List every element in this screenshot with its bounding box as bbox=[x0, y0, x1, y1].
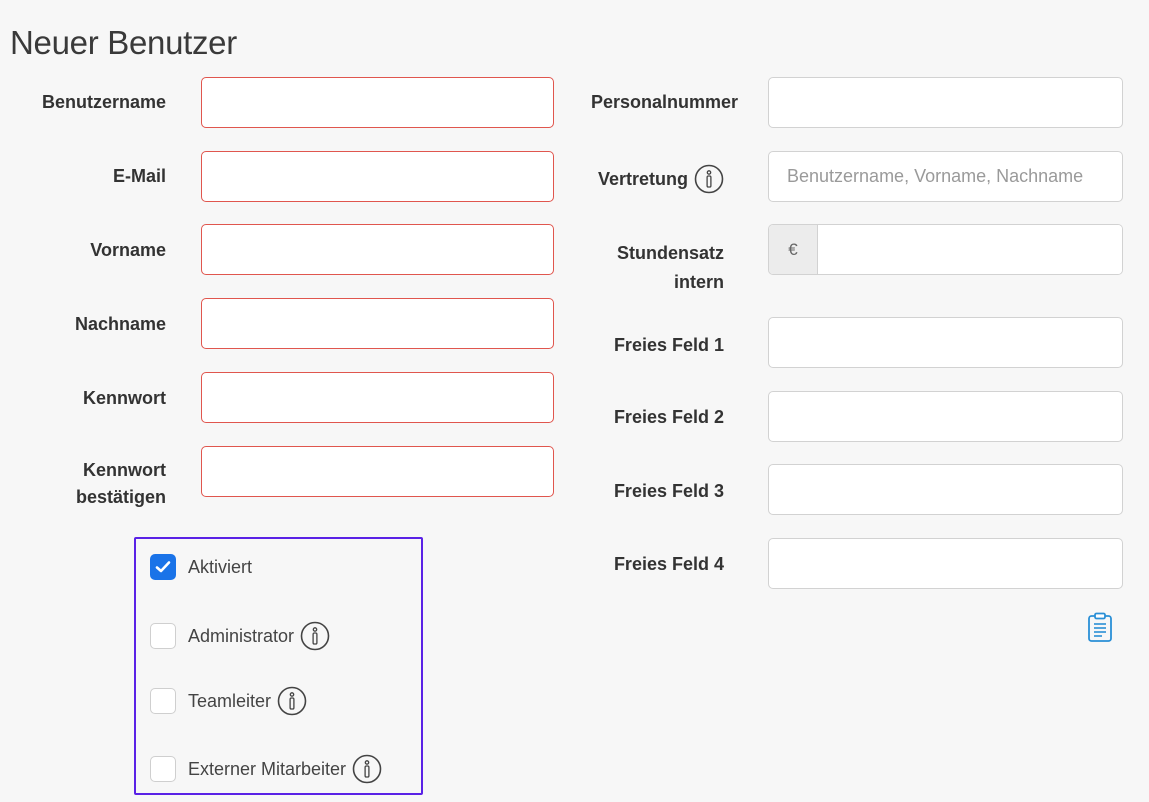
new-user-form: Neuer Benutzer Benutzername E-Mail Vorna… bbox=[0, 0, 1149, 802]
administrator-label: Administrator bbox=[188, 625, 295, 646]
teamlead-checkbox-row[interactable]: Teamleiter bbox=[150, 686, 307, 716]
substitute-search-input[interactable] bbox=[768, 151, 1123, 202]
hourly-rate-label-line1: Stundensatz bbox=[616, 243, 724, 263]
teamlead-label: Teamleiter bbox=[188, 690, 272, 711]
custom-field-3-label: Freies Feld 3 bbox=[613, 481, 724, 501]
firstname-label: Vorname bbox=[90, 240, 166, 260]
password-label: Kennwort bbox=[83, 388, 166, 408]
info-circle-icon[interactable] bbox=[352, 754, 382, 784]
password-confirm-input[interactable] bbox=[201, 446, 554, 497]
hourly-rate-label-line2: intern bbox=[673, 272, 724, 292]
activated-checkbox[interactable] bbox=[150, 554, 176, 580]
password-input[interactable] bbox=[201, 372, 554, 423]
password-confirm-label-line1: Kennwort bbox=[83, 460, 166, 480]
custom-field-1-input[interactable] bbox=[768, 317, 1123, 368]
custom-field-1-label: Freies Feld 1 bbox=[613, 335, 724, 355]
info-circle-icon[interactable] bbox=[694, 164, 724, 194]
hourly-rate-input-group: € bbox=[768, 224, 1123, 275]
password-confirm-label: Kennwort bestätigen bbox=[0, 457, 166, 511]
custom-field-4-input[interactable] bbox=[768, 538, 1123, 589]
external-employee-checkbox-row[interactable]: Externer Mitarbeiter bbox=[150, 754, 382, 784]
username-input[interactable] bbox=[201, 77, 554, 128]
custom-field-2-input[interactable] bbox=[768, 391, 1123, 442]
administrator-checkbox[interactable] bbox=[150, 623, 176, 649]
teamlead-checkbox[interactable] bbox=[150, 688, 176, 714]
custom-field-2-label: Freies Feld 2 bbox=[613, 407, 724, 427]
activated-checkbox-row[interactable]: Aktiviert bbox=[150, 554, 252, 580]
info-circle-icon[interactable] bbox=[300, 621, 330, 651]
external-employee-checkbox[interactable] bbox=[150, 756, 176, 782]
administrator-checkbox-row[interactable]: Administrator bbox=[150, 621, 330, 651]
password-confirm-label-line2: bestätigen bbox=[75, 487, 166, 507]
clipboard-icon[interactable] bbox=[1087, 612, 1113, 642]
custom-field-4-label: Freies Feld 4 bbox=[613, 554, 724, 574]
firstname-input[interactable] bbox=[201, 224, 554, 275]
lastname-input[interactable] bbox=[201, 298, 554, 349]
currency-addon: € bbox=[769, 225, 818, 274]
checkmark-icon bbox=[155, 561, 171, 573]
custom-field-3-input[interactable] bbox=[768, 464, 1123, 515]
substitute-label-text: Vertretung bbox=[597, 168, 688, 189]
substitute-label: Vertretung bbox=[560, 164, 724, 194]
page-title: Neuer Benutzer bbox=[10, 24, 237, 61]
username-label: Benutzername bbox=[41, 92, 166, 112]
lastname-label: Nachname bbox=[74, 314, 166, 334]
info-circle-icon[interactable] bbox=[277, 686, 307, 716]
personnel-number-label: Personalnummer bbox=[590, 92, 738, 112]
personnel-number-input[interactable] bbox=[768, 77, 1123, 128]
email-input[interactable] bbox=[201, 151, 554, 202]
hourly-rate-label: Stundensatz intern bbox=[560, 239, 724, 297]
hourly-rate-input[interactable] bbox=[818, 225, 1122, 274]
activated-label: Aktiviert bbox=[188, 556, 253, 577]
external-employee-label: Externer Mitarbeiter bbox=[188, 758, 347, 779]
email-label: E-Mail bbox=[112, 166, 166, 186]
